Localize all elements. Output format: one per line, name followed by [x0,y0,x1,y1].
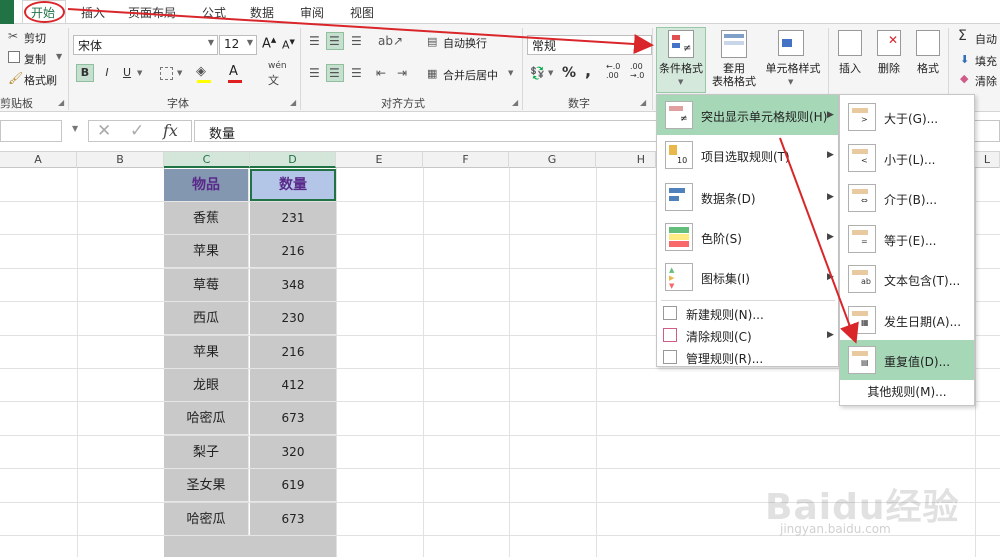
annotation-arrows [67,8,859,344]
arrow-to-duplicate-values [779,137,859,344]
excel-window: 开始 插入 页面布局 公式 数据 审阅 视图 ✂ 剪切 复制 ▼ 🖌 格式刷 剪… [0,0,1000,557]
arrow-to-conditional-format [67,8,654,54]
baidu-watermark-url: jingyan.baidu.com [780,522,891,536]
